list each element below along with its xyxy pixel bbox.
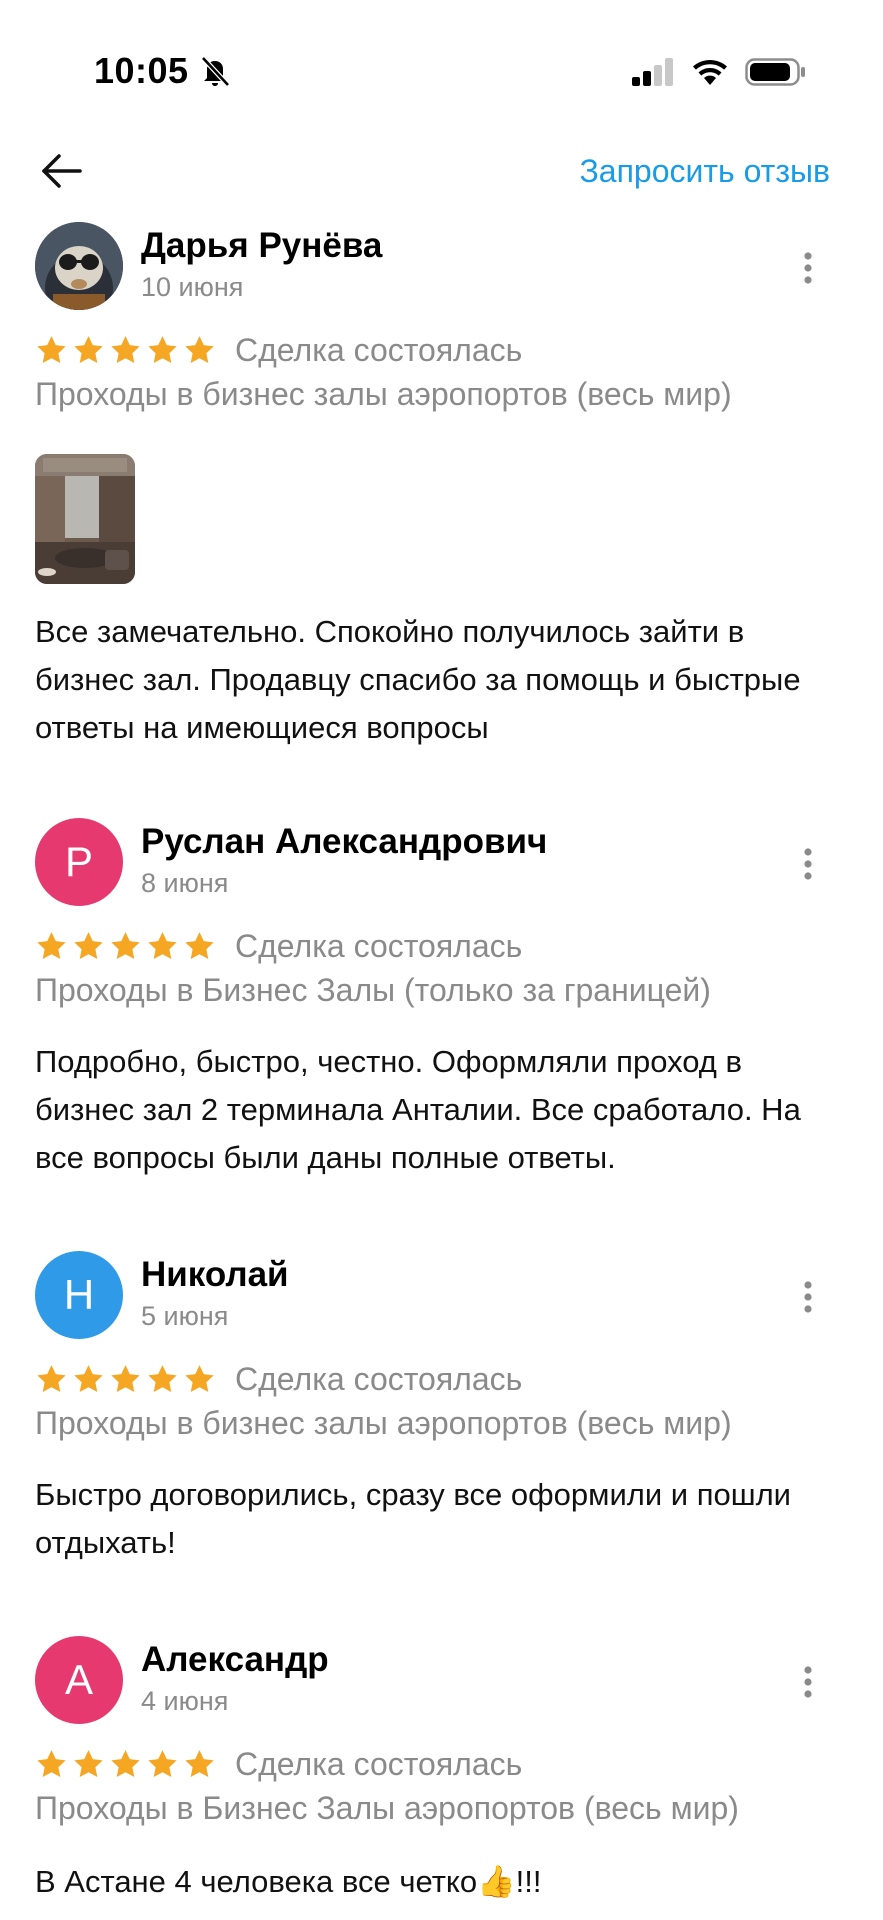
- star-icon: [111, 1364, 140, 1392]
- status-bar: 10:05: [0, 0, 883, 130]
- bell-off-icon: [201, 56, 230, 87]
- star-icon: [111, 1749, 140, 1777]
- avatar[interactable]: [35, 222, 123, 310]
- star-icon: [185, 335, 214, 363]
- status-time: 10:05: [94, 50, 189, 91]
- more-options-icon[interactable]: [796, 1277, 820, 1317]
- review-photo[interactable]: [35, 454, 135, 584]
- author-name: Николай: [141, 1255, 289, 1294]
- avatar[interactable]: Р: [35, 818, 123, 906]
- avatar[interactable]: А: [35, 1636, 123, 1724]
- review-date: 10 июня: [141, 272, 244, 302]
- star-icon: [148, 335, 177, 363]
- deal-status: Сделка состоялась: [235, 331, 523, 368]
- deal-status: Сделка состоялась: [235, 927, 523, 964]
- star-icon: [37, 931, 66, 959]
- signal-icon: [632, 58, 673, 86]
- review-date: 8 июня: [141, 868, 229, 898]
- star-icon: [185, 1749, 214, 1777]
- star-icon: [185, 931, 214, 959]
- more-options-icon[interactable]: [796, 1662, 820, 1702]
- review-date: 5 июня: [141, 1301, 229, 1331]
- more-options-icon[interactable]: [796, 844, 820, 884]
- star-icon: [185, 1364, 214, 1392]
- star-icon: [148, 931, 177, 959]
- avatar-letter: Р: [64, 838, 93, 885]
- star-icon: [148, 1364, 177, 1392]
- deal-status: Сделка состоялась: [235, 1360, 523, 1397]
- author-name: Александр: [141, 1640, 329, 1679]
- rating-row: Сделка состоялась: [35, 330, 522, 370]
- star-icon: [37, 1749, 66, 1777]
- deal-status: Сделка состоялась: [235, 1745, 523, 1782]
- avatar-letter: Н: [63, 1271, 95, 1318]
- star-icon: [111, 335, 140, 363]
- star-icon: [148, 1749, 177, 1777]
- battery-icon: [745, 58, 805, 86]
- review-category: Проходы в Бизнес Залы (только за границе…: [35, 972, 711, 1008]
- star-icon: [74, 931, 103, 959]
- review-text: Подробно, быстро, честно. Оформляли прох…: [35, 1044, 801, 1175]
- avatar-letter: А: [64, 1656, 93, 1703]
- reviews-screen: 10:05 Запросить отзыв Дарья Рунёва 10 ию…: [0, 0, 883, 1920]
- review-date: 4 июня: [141, 1686, 229, 1716]
- author-name: Руслан Александрович: [141, 822, 548, 861]
- wifi-icon: [693, 60, 727, 85]
- star-icon: [111, 931, 140, 959]
- lounge-photo: [35, 454, 135, 584]
- avatar-photo: [35, 222, 123, 310]
- review-text: В Астане 4 человека все четко👍!!!: [35, 1864, 542, 1899]
- star-icon: [74, 1749, 103, 1777]
- avatar[interactable]: Н: [35, 1251, 123, 1339]
- review-text: Быстро договорились, сразу все оформили …: [35, 1477, 792, 1560]
- star-icon: [74, 1364, 103, 1392]
- more-options-icon[interactable]: [796, 248, 820, 288]
- rating-row: Сделка состоялась: [35, 1359, 522, 1399]
- review-category: Проходы в Бизнес Залы аэропортов (весь м…: [35, 1790, 739, 1826]
- back-arrow-icon[interactable]: [38, 148, 84, 194]
- star-icon: [37, 1364, 66, 1392]
- request-review-button[interactable]: Запросить отзыв: [579, 153, 830, 190]
- star-icon: [74, 335, 103, 363]
- rating-row: Сделка состоялась: [35, 1744, 522, 1784]
- star-icon: [37, 335, 66, 363]
- review-text: Все замечательно. Спокойно получилось за…: [35, 614, 801, 745]
- rating-row: Сделка состоялась: [35, 926, 522, 966]
- review-category: Проходы в бизнес залы аэропортов (весь м…: [35, 1405, 732, 1441]
- author-name: Дарья Рунёва: [141, 226, 383, 265]
- review-category: Проходы в бизнес залы аэропортов (весь м…: [35, 376, 732, 412]
